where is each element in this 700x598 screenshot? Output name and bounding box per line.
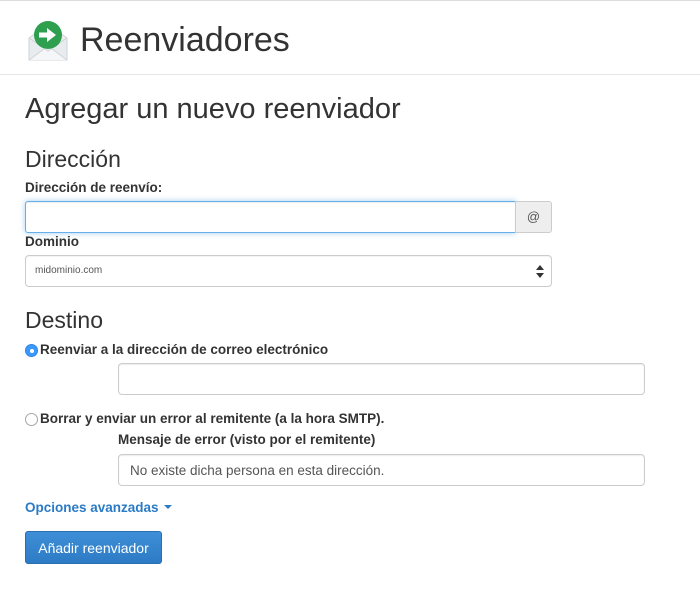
domain-label: Dominio xyxy=(25,234,79,249)
address-section-title: Dirección xyxy=(25,146,121,172)
caret-down-icon xyxy=(163,505,172,510)
select-updown-icon xyxy=(536,265,544,278)
radio-discard-with-error-label[interactable]: Borrar y enviar un error al remitente (a… xyxy=(40,411,384,427)
domain-selected-value: midominio.com xyxy=(35,265,103,276)
error-message-label: Mensaje de error (visto por el remitente… xyxy=(118,432,376,447)
forwarder-envelope-icon xyxy=(28,21,68,61)
page-header: Reenviadores xyxy=(0,0,700,75)
domain-select[interactable]: midominio.com xyxy=(25,255,552,287)
radio-forward-to-email-label[interactable]: Reenviar a la dirección de correo electr… xyxy=(40,342,328,358)
forwarders-page: Reenviadores Agregar un nuevo reenviador… xyxy=(0,0,700,598)
forward-address-label: Dirección de reenvío: xyxy=(25,180,163,195)
radio-forward-to-email[interactable] xyxy=(25,344,38,357)
error-message-input[interactable] xyxy=(118,454,645,486)
forward-address-input[interactable] xyxy=(25,201,516,233)
destination-email-input[interactable] xyxy=(118,363,645,395)
advanced-options-toggle[interactable]: Opciones avanzadas xyxy=(25,500,172,516)
form-heading: Agregar un nuevo reenviador xyxy=(25,93,401,125)
advanced-options-label: Opciones avanzadas xyxy=(25,500,159,515)
at-sign-addon: @ xyxy=(515,201,552,233)
page-title: Reenviadores xyxy=(80,21,290,59)
destination-section-title: Destino xyxy=(25,307,103,333)
radio-discard-with-error[interactable] xyxy=(25,413,38,426)
add-forwarder-button[interactable]: Añadir reenviador xyxy=(25,531,162,564)
